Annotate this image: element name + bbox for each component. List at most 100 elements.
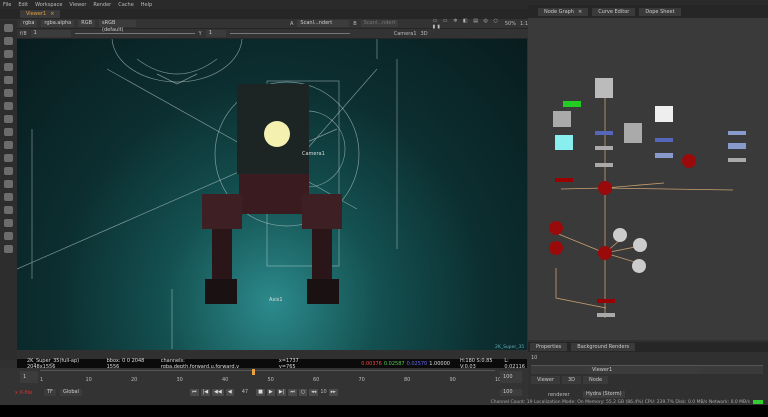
tab-node-graph[interactable]: Node Graph × [538,7,589,16]
tab-properties[interactable]: Properties [530,343,568,351]
close-icon[interactable]: × [50,11,54,17]
status-bar: Channel Count: 19 Localization Mode: On … [491,399,768,405]
merge-node [549,221,563,235]
viewer-toolbar-1: rgba rgba.alpha RGB sRGB (default) A Scan… [0,18,528,33]
next-frame-button[interactable]: ▶| [276,389,287,396]
alpha-dropdown[interactable]: rgba.alpha [41,20,75,27]
light-sphere [264,121,290,147]
filter-tool-icon[interactable] [4,89,13,97]
tick-label: 40 [222,377,229,383]
node-blue [655,138,673,142]
gamma-slider[interactable] [229,33,350,34]
time-tool-icon[interactable] [4,50,13,58]
prev-frame-button[interactable]: ◀ [225,389,234,396]
tab-label: Curve Editor [598,8,630,15]
input-b-dropdown[interactable]: Scanl...ndert [360,20,399,27]
metadata-tool-icon[interactable] [4,193,13,201]
furnace-tool-icon[interactable] [4,232,13,240]
display-dropdown[interactable]: RGB [78,20,96,27]
end-frame-field[interactable]: 100 [500,371,522,383]
transform-tool-icon[interactable] [4,128,13,136]
tab-dope-sheet[interactable]: Dope Sheet [639,7,681,16]
other-tool-icon[interactable] [4,219,13,227]
nodes [549,78,746,317]
menu-render[interactable]: Render [93,2,111,8]
status-indicator [753,400,763,404]
tick-label: 20 [131,377,138,383]
input-a-dropdown[interactable]: Scanl...ndert [297,20,350,27]
viewer-canvas[interactable]: Camera1 Axis1 2K_Super_35 [17,39,527,350]
last-frame-button[interactable]: ⏭ [288,389,297,396]
loop-button[interactable]: ○ [298,389,308,396]
keyer-tool-icon[interactable] [4,102,13,110]
out-frame-field[interactable]: 100 [500,389,522,396]
max-panels-field[interactable]: 10 [531,355,537,361]
menu-workspace[interactable]: Workspace [35,2,62,8]
playhead[interactable] [251,369,255,375]
image-tool-icon[interactable] [4,24,13,32]
node-blue [595,131,613,135]
gain-slider[interactable] [74,33,195,34]
tab-background-renders[interactable]: Background Renders [571,343,636,351]
channel-tool-icon[interactable] [4,63,13,71]
node-graph-canvas[interactable] [528,18,768,340]
zoom-level[interactable]: 50% [505,21,516,27]
merge-node [598,181,612,195]
particles-tool-icon[interactable] [4,154,13,162]
zoom-ratio[interactable]: 1:1 [520,21,528,27]
menu-file[interactable]: File [3,2,11,8]
node [595,163,613,167]
channels-dropdown[interactable]: rgba [20,20,38,27]
node-header: Viewer1 [531,365,763,374]
xfile-label: x X-file [15,390,33,396]
prev-increment-button[interactable]: ◀◀ [212,389,224,396]
frame-slider[interactable]: 1102030405060708090100 [40,369,505,386]
views-tool-icon[interactable] [4,180,13,188]
view-mode-dropdown[interactable]: 3D [421,31,428,37]
scope-dropdown[interactable]: Global [60,389,82,396]
close-icon[interactable]: × [578,9,582,15]
node-red [597,299,615,303]
node-name-field[interactable]: Viewer1 [589,367,699,374]
color-tool-icon[interactable] [4,76,13,84]
prev-keyframe-button[interactable]: |◀ [200,389,211,396]
deep-tool-icon[interactable] [4,167,13,175]
tab-curve-editor[interactable]: Curve Editor [592,7,636,16]
gamma-field[interactable]: 1 [205,30,226,37]
subtab-viewer[interactable]: Viewer [531,376,560,384]
blue-value: 0.02570 [406,360,428,367]
tab-label: Dope Sheet [645,8,675,15]
camera-dropdown[interactable]: Camera1 [394,31,417,37]
colorspace-dropdown[interactable]: sRGB (default) [99,20,136,33]
start-frame-field[interactable]: 1 [20,371,38,383]
step-forward-button[interactable]: ▸▸ [328,389,338,396]
subtab-3d[interactable]: 3D [562,376,582,384]
tab-viewer1[interactable]: Viewer1 × [20,10,61,18]
renderer-dropdown[interactable]: Hydra (Storm) [583,391,625,398]
3d-tool-icon[interactable] [4,141,13,149]
toolsets-tool-icon[interactable] [4,206,13,214]
fps-dropdown[interactable]: TF [44,389,56,396]
alpha-value: 1.00000 [429,360,450,367]
menu-cache[interactable]: Cache [118,2,134,8]
step-field[interactable]: 10 [320,389,326,396]
scene-render: Camera1 Axis1 2K_Super_35 [17,39,524,350]
menu-viewer[interactable]: Viewer [69,2,86,8]
menu-help[interactable]: Help [141,2,152,8]
play-forward-button[interactable]: ▶ [266,389,275,396]
step-back-button[interactable]: ◂◂ [309,389,319,396]
gain-field[interactable]: 1 [30,30,71,37]
viewer-tool-icons[interactable]: ▭ ▭ ✲ ◧ ▤ ◎ ○ ▮▮ [432,18,500,30]
first-frame-button[interactable]: ⏮ [190,389,199,396]
menu-edit[interactable]: Edit [18,2,28,8]
subtab-node[interactable]: Node [583,376,609,384]
current-frame-field[interactable]: 47 [236,389,254,396]
tick-label: 80 [404,377,411,383]
merge-tool-icon[interactable] [4,115,13,123]
stop-button[interactable]: ■ [256,389,265,396]
node-blue [655,153,673,158]
read-node [655,106,673,122]
merge-node [549,241,563,255]
cara-tool-icon[interactable] [4,245,13,253]
draw-tool-icon[interactable] [4,37,13,45]
